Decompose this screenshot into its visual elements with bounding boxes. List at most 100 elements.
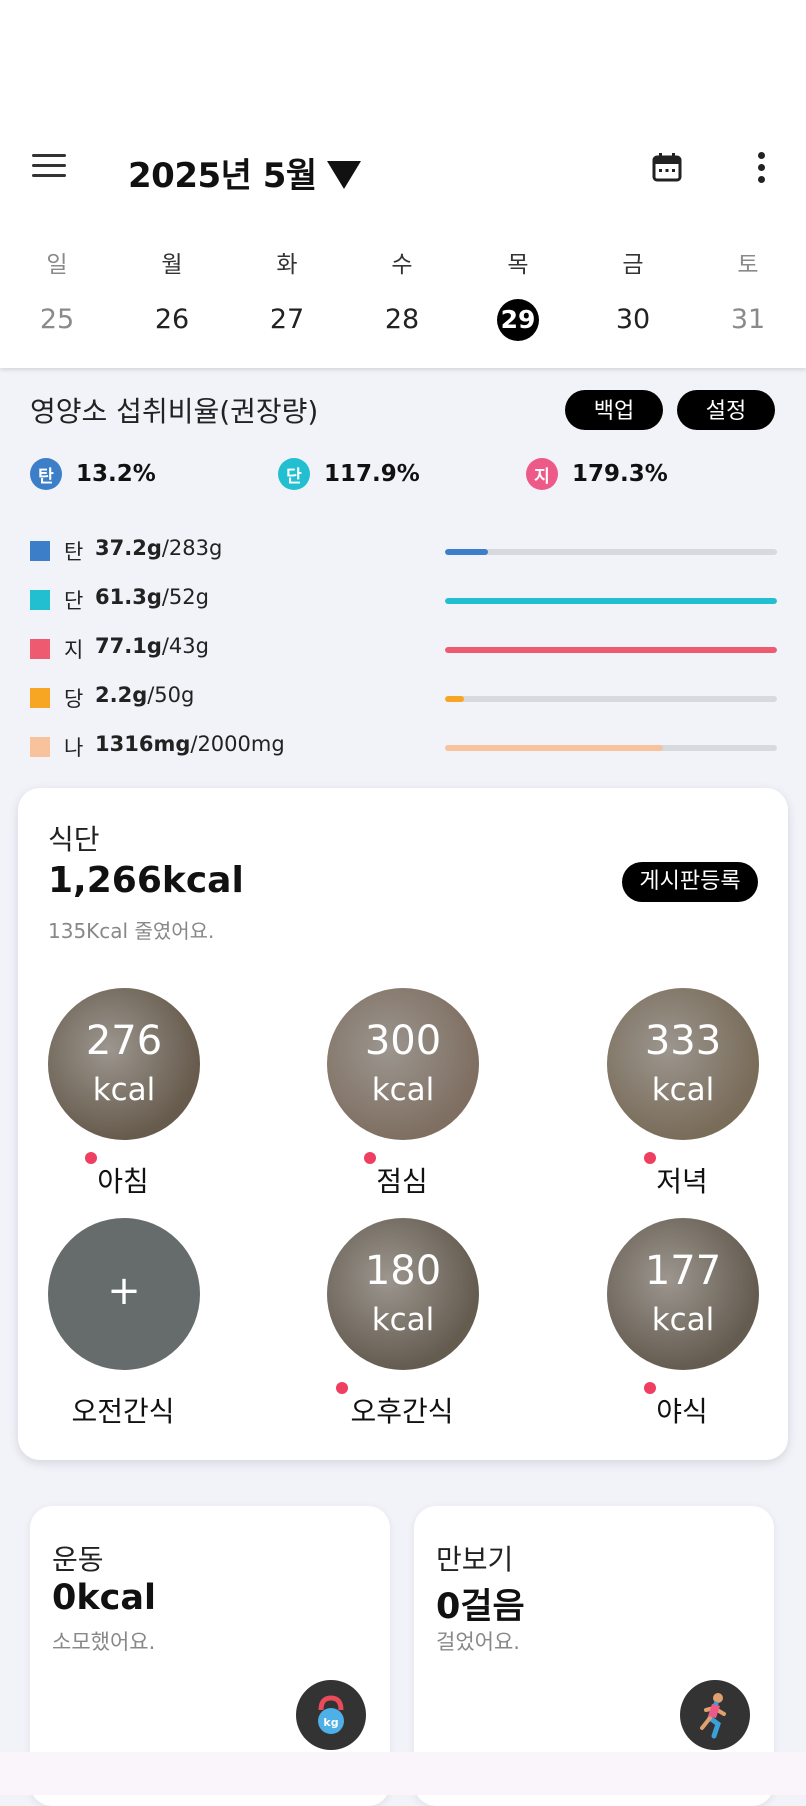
legend-swatch: [30, 541, 50, 561]
day-sun[interactable]: 일 25: [17, 245, 97, 342]
runner-icon[interactable]: [680, 1680, 750, 1750]
progress-bar: [445, 696, 777, 702]
meal-kcal-unit: kcal: [92, 1072, 156, 1108]
meal-photo[interactable]: 276 kcal: [48, 988, 200, 1140]
day-date: 28: [384, 304, 420, 335]
nutrient-row-carb: 탄 37.2g/283g: [30, 536, 780, 566]
day-date: 25: [39, 304, 75, 335]
day-date: 26: [154, 304, 190, 335]
settings-button[interactable]: 설정: [677, 390, 775, 430]
day-fri[interactable]: 금 30: [593, 245, 673, 342]
legend-swatch: [30, 737, 50, 757]
progress-bar: [445, 549, 777, 555]
meal-total-kcal: 1,266kcal: [48, 860, 244, 901]
progress-fill: [445, 647, 777, 653]
meal-lunch[interactable]: 300 kcal 점심: [302, 988, 502, 1208]
day-thu-selected[interactable]: 목 29: [478, 245, 558, 342]
day-date: 29: [478, 298, 558, 342]
carb-badge: 탄: [30, 458, 62, 490]
meal-name: 점심: [376, 1165, 428, 1198]
board-register-button[interactable]: 게시판등록: [622, 862, 758, 902]
svg-text:kg: kg: [323, 1716, 338, 1729]
protein-ratio: 단 117.9%: [278, 458, 420, 490]
nutrient-label: 단: [64, 589, 84, 613]
meal-photo[interactable]: 180 kcal: [327, 1218, 479, 1370]
nutrient-label: 탄: [64, 540, 84, 564]
day-name: 목: [507, 252, 529, 278]
meal-breakfast[interactable]: 276 kcal 아침: [23, 988, 223, 1208]
day-name: 화: [276, 252, 298, 278]
meal-photo[interactable]: 333 kcal: [607, 988, 759, 1140]
meal-name: 오전간식: [71, 1395, 175, 1428]
meal-kcal-unit: kcal: [371, 1302, 435, 1338]
dropdown-triangle-icon: [326, 161, 361, 189]
nutrient-amount: 61.3g/52g: [95, 585, 209, 609]
day-tue[interactable]: 화 27: [247, 245, 327, 342]
pedometer-sub: 걸었어요.: [436, 1630, 520, 1654]
legend-swatch: [30, 688, 50, 708]
nutrient-amount: 77.1g/43g: [95, 634, 209, 658]
nutrient-row-fat: 지 77.1g/43g: [30, 634, 780, 664]
exercise-title: 운동: [52, 1543, 104, 1576]
nutrient-label: 지: [64, 638, 84, 662]
meal-kcal-value: 276: [85, 1018, 163, 1064]
progress-bar: [445, 745, 777, 751]
meal-afternoon-snack[interactable]: 180 kcal 오후간식: [302, 1218, 502, 1438]
nutrient-label: 당: [64, 687, 84, 711]
meal-photo[interactable]: 300 kcal: [327, 988, 479, 1140]
exercise-value: 0kcal: [52, 1578, 156, 1618]
legend-swatch: [30, 590, 50, 610]
meal-morning-snack[interactable]: + 오전간식: [23, 1218, 223, 1438]
carb-ratio: 탄 13.2%: [30, 458, 156, 490]
kettlebell-icon[interactable]: kg: [296, 1680, 366, 1750]
progress-fill: [445, 598, 777, 604]
add-meal-button[interactable]: +: [48, 1218, 200, 1370]
backup-button[interactable]: 백업: [565, 390, 663, 430]
exercise-sub: 소모했어요.: [52, 1630, 156, 1654]
more-vertical-icon[interactable]: [756, 152, 766, 186]
nutrient-amount: 2.2g/50g: [95, 683, 195, 707]
progress-bar: [445, 598, 777, 604]
day-sat[interactable]: 토 31: [708, 245, 788, 342]
nutrition-section: 영양소 섭취비율(권장량) 백업 설정 탄 13.2% 단 117.9% 지 1…: [0, 368, 806, 778]
hamburger-menu-icon[interactable]: [32, 154, 68, 182]
day-name: 일: [46, 252, 68, 278]
selected-date-badge: 29: [497, 299, 539, 341]
meal-dinner[interactable]: 333 kcal 저녁: [582, 988, 782, 1208]
meal-kcal-value: 300: [364, 1018, 442, 1064]
fat-ratio: 지 179.3%: [526, 458, 668, 490]
meal-photo[interactable]: 177 kcal: [607, 1218, 759, 1370]
day-name: 금: [622, 252, 644, 278]
pedometer-title: 만보기: [436, 1543, 514, 1576]
meal-kcal-unit: kcal: [651, 1302, 715, 1338]
plus-icon: +: [107, 1268, 141, 1314]
meal-late-night[interactable]: 177 kcal 야식: [582, 1218, 782, 1438]
meal-name: 오후간식: [350, 1395, 454, 1428]
day-date: 31: [730, 304, 766, 335]
day-wed[interactable]: 수 28: [362, 245, 442, 342]
carb-ratio-value: 13.2%: [76, 461, 156, 487]
progress-fill: [445, 745, 664, 751]
day-name: 월: [161, 252, 183, 278]
progress-fill: [445, 696, 465, 702]
progress-bar: [445, 647, 777, 653]
protein-ratio-value: 117.9%: [324, 461, 420, 487]
nutrition-title: 영양소 섭취비율(권장량): [30, 395, 319, 428]
meal-reduced-text: 135Kcal 줄였어요.: [48, 919, 215, 943]
month-selector[interactable]: 2025년 5월: [128, 148, 361, 197]
meal-card: 식단 1,266kcal 135Kcal 줄였어요. 게시판등록 276 kcal…: [18, 788, 788, 1460]
day-name: 수: [391, 252, 413, 278]
progress-fill: [445, 549, 489, 555]
month-title: 2025년 5월: [128, 156, 317, 196]
meal-name: 야식: [656, 1395, 708, 1428]
day-mon[interactable]: 월 26: [132, 245, 212, 342]
fat-ratio-value: 179.3%: [572, 461, 668, 487]
fat-badge: 지: [526, 458, 558, 490]
nutrient-amount: 37.2g/283g: [95, 536, 223, 560]
day-date: 30: [615, 304, 651, 335]
bottom-bar: [0, 1752, 806, 1795]
nutrient-label: 나: [64, 736, 84, 760]
day-date: 27: [269, 304, 305, 335]
calendar-icon[interactable]: [652, 152, 682, 182]
meal-kcal-value: 333: [644, 1018, 722, 1064]
